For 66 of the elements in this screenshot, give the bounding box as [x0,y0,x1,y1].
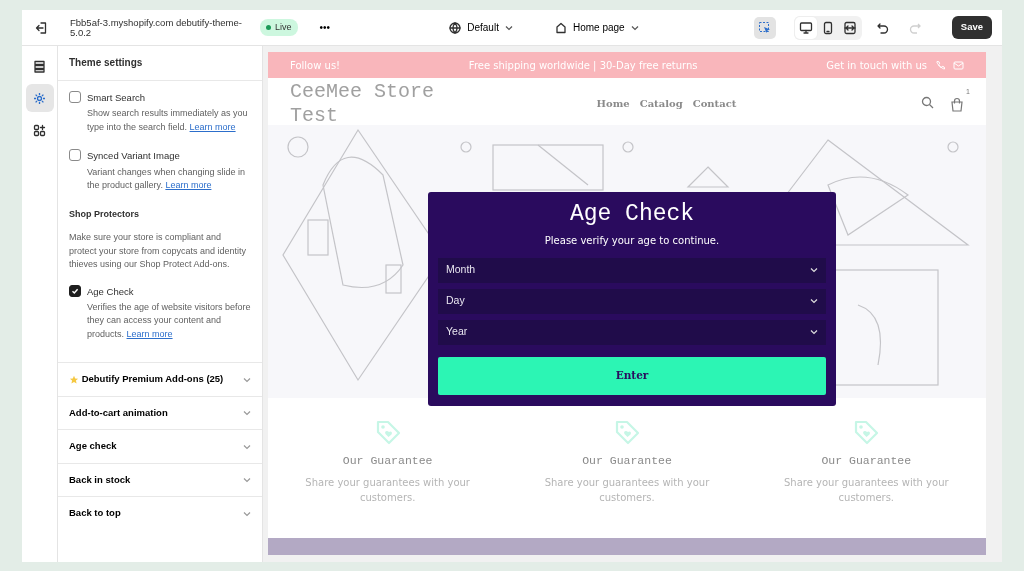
more-button[interactable]: ••• [315,18,335,37]
learn-more-link[interactable]: Learn more [189,121,236,132]
setting-label: Smart Search [87,91,147,105]
announcement-text: Free shipping worldwide | 30-Day free returns [468,58,698,73]
chevron-down-icon [243,376,251,383]
sections-icon [33,59,46,73]
setting-description: Verifies the age of website visitors before they can access your content and products. Learn more [87,300,251,341]
chevron-down-icon [243,410,251,416]
home-icon [554,21,567,34]
announcement-text: Get in touch with us [826,58,927,73]
dropdown[interactable]: Day [438,288,826,314]
store-logo: CeeMee Store Test [290,80,436,128]
apps-icon [33,123,46,137]
tag-heart-icon [852,418,881,446]
feature-text: Share your guarantees with your customers. [543,476,711,506]
learn-more-link[interactable]: Learn more [165,180,212,190]
feature-title: Our Guarantee [821,453,912,469]
inspect-icon [757,20,772,35]
monitor-icon [798,20,813,35]
settings-icon [33,91,46,105]
save-button[interactable]: Save [951,16,992,39]
section-description: Make sure your store is compliant and protect your store from copycats and identity thieves using our Shop Protect Add-ons. [69,231,248,271]
theme-selector[interactable]: Default [445,18,517,37]
panel-title: Theme settings [58,46,262,81]
tag-heart-icon [613,418,641,446]
chevron-down-icon [243,443,251,450]
chevron-down-icon [504,24,513,31]
chevron-down-icon [630,24,639,31]
setting-description: Show search results immediately as you type into the search field. Learn more [87,107,249,134]
chevron-down-icon [810,267,818,274]
feature-text: Share your guarantees with your customers. [304,476,471,506]
chevron-down-icon [810,329,818,336]
mail-icon [953,60,964,70]
store-title: Fbb5af-3.myshopify.com debutify-theme-5.0.2 [70,17,243,38]
dialog-subtitle: Please verify your age to continue. [543,233,721,248]
desktop-view-button[interactable] [794,16,817,39]
checkbox[interactable] [69,149,81,162]
page-selector[interactable]: Home page [550,18,643,37]
announcement-text: Follow us! [290,58,341,73]
status-badge: Live [260,18,298,37]
setting-description: Variant changes when changing slide in the product gallery. Learn more [87,165,246,192]
section-heading: Shop Protectors [69,207,140,221]
dropdown[interactable]: Month [438,257,826,283]
chevron-down-icon [243,510,251,517]
phone-icon [935,60,945,70]
globe-icon [449,21,462,34]
inspect-view-button[interactable] [753,16,776,39]
exit-icon [34,20,48,35]
feature-title: Our Guarantee [582,453,672,469]
checkbox[interactable] [69,91,81,103]
feature-title: Our Guarantee [342,453,433,469]
enter-button[interactable]: Enter [438,356,826,395]
setting-label: Age Check [87,284,135,299]
expand-icon [842,20,857,35]
search-icon[interactable] [921,96,934,109]
dialog-title: Age Check [568,201,696,229]
chevron-down-icon [243,477,251,483]
learn-more-link[interactable]: Learn more [126,328,173,339]
feature-text: Share your guarantees with your customers. [783,476,950,506]
checkbox[interactable] [69,284,81,297]
check-icon [71,286,79,295]
star-icon [69,374,79,385]
dropdown[interactable]: Year [438,319,826,345]
shopping-bag-icon[interactable] [950,96,964,112]
setting-label: Synced Variant Image [87,149,181,164]
chevron-down-icon [810,298,818,305]
